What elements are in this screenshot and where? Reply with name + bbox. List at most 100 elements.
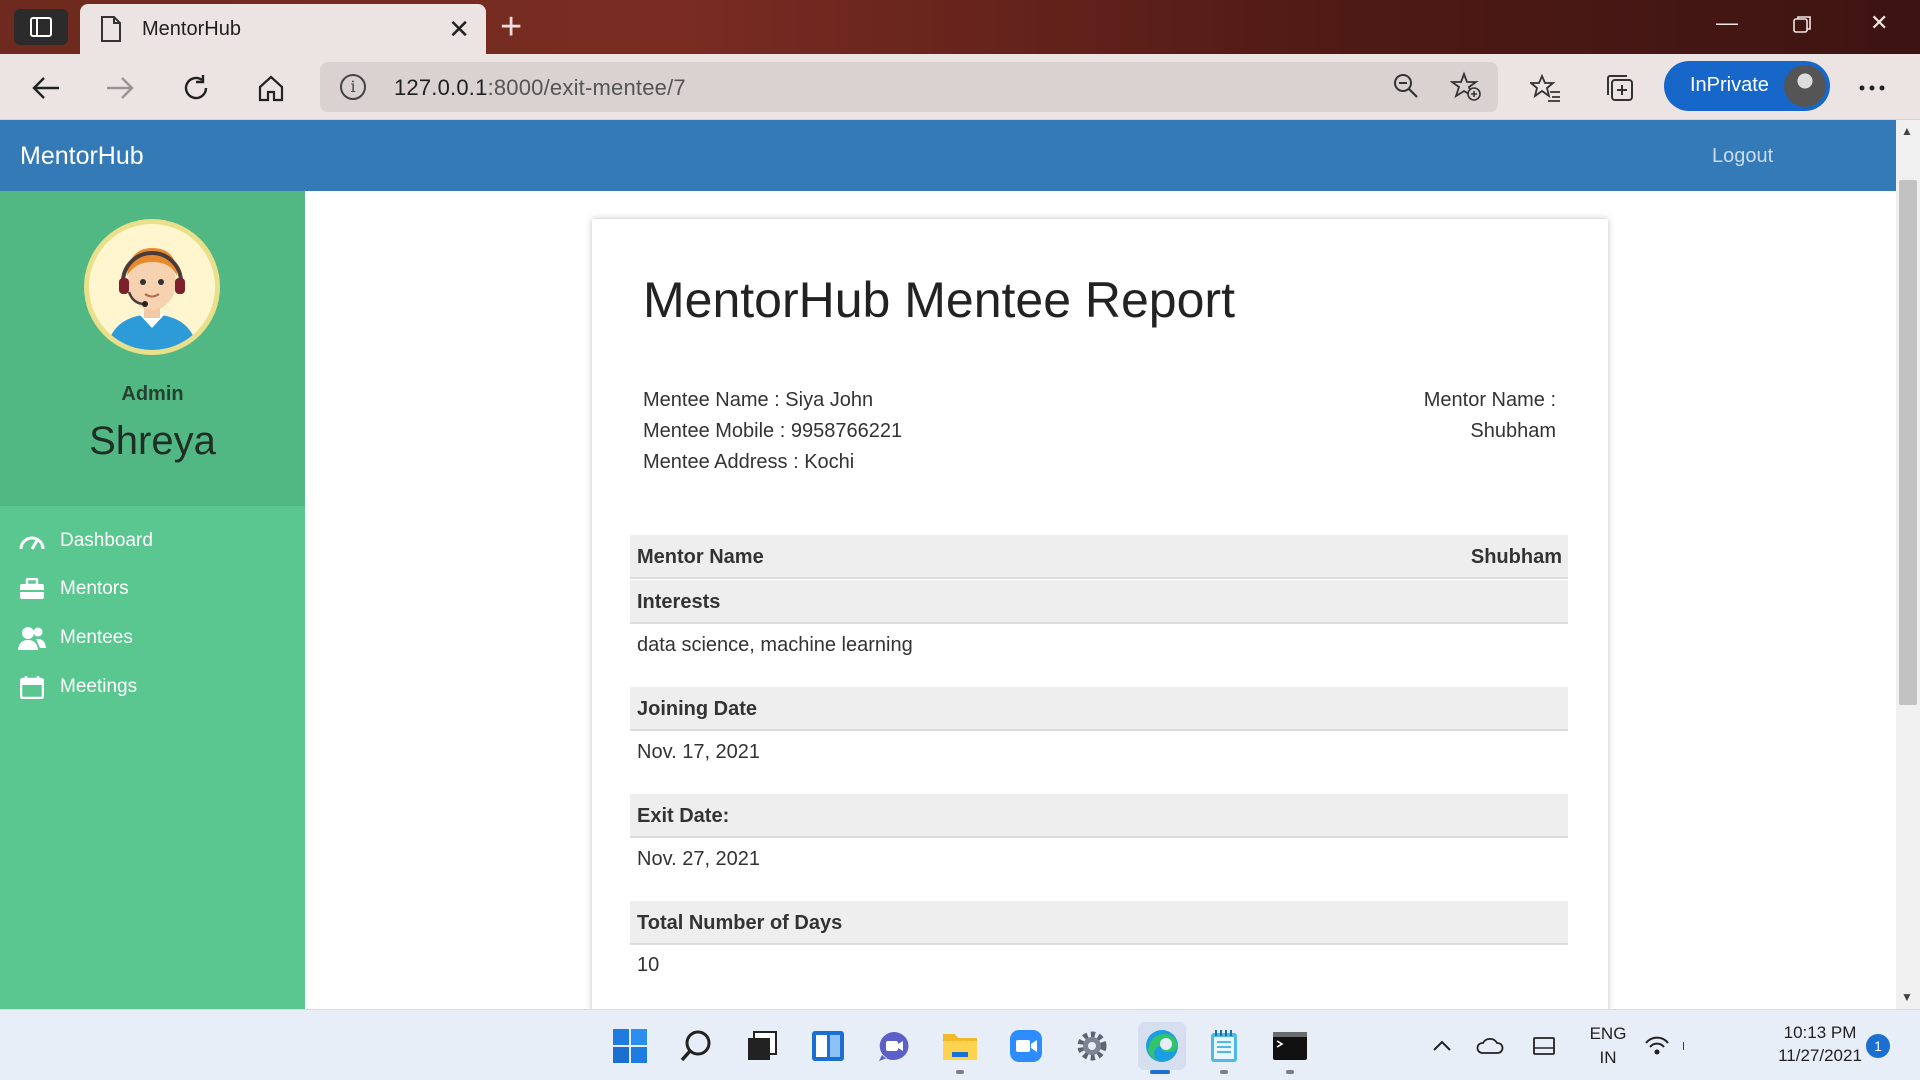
report-title: MentorHub Mentee Report xyxy=(643,272,1235,328)
search-button[interactable] xyxy=(676,1026,716,1066)
running-indicator xyxy=(1220,1070,1228,1074)
new-tab-button[interactable]: + xyxy=(500,6,522,49)
mentee-address-line: Mentee Address : Kochi xyxy=(643,451,855,473)
briefcase-icon xyxy=(18,577,46,601)
page-scrollbar[interactable]: ▲ ▼ xyxy=(1896,120,1920,1009)
browser-tab[interactable]: MentorHub ✕ xyxy=(80,4,486,54)
gauge-icon xyxy=(18,529,46,553)
sidebar-item-mentors[interactable]: Mentors xyxy=(18,573,129,605)
address-bar[interactable]: i 127.0.0.1:8000/exit-mentee/7 xyxy=(320,62,1498,112)
task-view-button[interactable] xyxy=(742,1026,782,1066)
favorites-list-icon xyxy=(1530,73,1560,102)
brand-logo[interactable]: MentorHub xyxy=(20,142,144,171)
page-icon xyxy=(101,16,121,42)
task-view-icon xyxy=(748,1031,777,1060)
zoom-button[interactable] xyxy=(1386,66,1426,106)
zoom-video-icon xyxy=(1010,1030,1042,1062)
total-days-row-header: Total Number of Days xyxy=(630,901,1568,945)
scroll-down-icon[interactable]: ▼ xyxy=(1901,990,1913,1004)
exit-date-value: Nov. 27, 2021 xyxy=(637,848,761,870)
top-navbar: MentorHub Logout xyxy=(0,120,1896,191)
taskbar: ENG IN 10:13 PM 11/27/2021 xyxy=(0,1009,1920,1080)
restore-button[interactable] xyxy=(1792,14,1812,40)
add-favorite-button[interactable] xyxy=(1446,66,1486,106)
tab-actions-button[interactable] xyxy=(14,9,68,45)
url-text[interactable]: 127.0.0.1:8000/exit-mentee/7 xyxy=(394,75,686,101)
widgets-button[interactable] xyxy=(808,1026,848,1066)
notification-badge[interactable]: 1 xyxy=(1866,1034,1890,1058)
favorites-button[interactable] xyxy=(1526,68,1566,108)
edge-browser-button[interactable] xyxy=(1138,1022,1186,1070)
sidebar-item-mentees[interactable]: Mentees xyxy=(18,622,133,654)
widgets-icon xyxy=(812,1031,844,1061)
support-agent-icon xyxy=(89,224,215,350)
tab-title: MentorHub xyxy=(142,18,241,40)
joining-date-row-header: Joining Date xyxy=(630,687,1568,731)
inprivate-button[interactable]: InPrivate xyxy=(1664,61,1830,111)
sidebar: Admin Shreya Dashboard Mentors Mentees M… xyxy=(0,191,305,1009)
tabs-icon xyxy=(30,17,52,37)
notepad-button[interactable] xyxy=(1204,1026,1244,1066)
joining-date-label: Joining Date xyxy=(637,698,758,720)
settings-app-button[interactable] xyxy=(1072,1026,1112,1066)
back-button[interactable] xyxy=(26,68,66,108)
minimize-button[interactable]: — xyxy=(1716,10,1738,36)
network-volume-battery-button[interactable] xyxy=(1644,1026,1684,1066)
close-window-button[interactable]: ✕ xyxy=(1870,10,1888,36)
mentor-name-label: Mentor Name : xyxy=(1423,389,1556,411)
start-button[interactable] xyxy=(610,1026,650,1066)
home-button[interactable] xyxy=(251,68,291,108)
interests-label: Interests xyxy=(637,591,721,613)
report-card: MentorHub Mentee Report Mentee Name : Si… xyxy=(592,219,1608,1019)
clock-date[interactable]: 11/27/2021 xyxy=(1770,1046,1870,1066)
star-add-icon xyxy=(1450,71,1481,101)
chat-button[interactable] xyxy=(874,1026,914,1066)
windows-start-icon xyxy=(613,1029,647,1063)
show-hidden-icons-button[interactable] xyxy=(1422,1026,1462,1066)
sidebar-item-meetings[interactable]: Meetings xyxy=(18,671,137,703)
chevron-up-icon xyxy=(1433,1040,1451,1051)
search-icon xyxy=(680,1030,711,1062)
settings-more-button[interactable] xyxy=(1852,68,1892,108)
user-avatar xyxy=(84,219,220,355)
close-tab-icon[interactable]: ✕ xyxy=(448,14,470,45)
gear-icon xyxy=(1077,1031,1107,1061)
tablet-icon xyxy=(1533,1037,1555,1055)
exit-date-row-header: Exit Date: xyxy=(630,794,1568,838)
mentee-mobile-line: Mentee Mobile : 9958766221 xyxy=(643,420,903,442)
active-app-indicator xyxy=(1150,1070,1170,1074)
refresh-button[interactable] xyxy=(176,68,216,108)
collections-icon xyxy=(1607,75,1633,101)
notepad-icon xyxy=(1211,1030,1237,1062)
language-region[interactable]: IN xyxy=(1588,1048,1628,1068)
wifi-volume-battery-icon xyxy=(1645,1036,1684,1055)
language-code[interactable]: ENG xyxy=(1588,1024,1628,1044)
user-name: Shreya xyxy=(89,419,216,463)
keyboard-tray-button[interactable] xyxy=(1524,1026,1564,1066)
more-dots-icon xyxy=(1859,85,1885,91)
mentor-name-value: Shubham xyxy=(1470,420,1556,442)
scrollbar-thumb[interactable] xyxy=(1899,180,1917,705)
restore-icon xyxy=(1793,16,1811,33)
scroll-up-icon[interactable]: ▲ xyxy=(1901,124,1913,138)
url-path: :8000/exit-mentee/7 xyxy=(487,75,686,100)
interests-row-header: Interests xyxy=(630,580,1568,624)
collections-button[interactable] xyxy=(1600,68,1640,108)
home-icon xyxy=(258,75,284,102)
site-info-icon[interactable]: i xyxy=(340,74,366,100)
inprivate-label: InPrivate xyxy=(1690,74,1769,96)
onedrive-button[interactable] xyxy=(1470,1026,1510,1066)
sidebar-item-dashboard[interactable]: Dashboard xyxy=(18,525,153,557)
edge-icon xyxy=(1146,1030,1178,1062)
logout-link[interactable]: Logout xyxy=(1712,145,1773,168)
terminal-button[interactable] xyxy=(1270,1026,1310,1066)
clock-time[interactable]: 10:13 PM xyxy=(1770,1023,1870,1043)
sidebar-item-label: Dashboard xyxy=(60,530,153,551)
profile-avatar-icon xyxy=(1784,65,1826,107)
forward-button[interactable] xyxy=(100,68,140,108)
profile-panel: Admin Shreya xyxy=(0,191,305,506)
browser-toolbar: i 127.0.0.1:8000/exit-mentee/7 InPrivate xyxy=(0,54,1920,120)
zoom-app-button[interactable] xyxy=(1006,1026,1046,1066)
file-explorer-button[interactable] xyxy=(940,1026,980,1066)
forward-arrow-icon xyxy=(107,77,134,99)
